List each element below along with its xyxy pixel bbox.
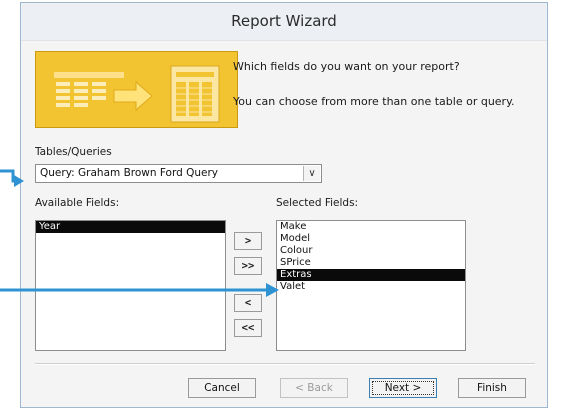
fields-to-report-icon <box>36 52 237 127</box>
selected-fields-label: Selected Fields: <box>276 197 359 209</box>
list-item[interactable]: Colour <box>277 245 465 257</box>
chevron-down-icon[interactable]: ∨ <box>303 166 320 181</box>
list-item[interactable]: Model <box>277 233 465 245</box>
dialog-title: Report Wizard <box>21 3 547 41</box>
finish-button[interactable]: Finish <box>458 378 526 398</box>
footer-divider <box>35 363 535 365</box>
list-item[interactable]: SPrice <box>277 257 465 269</box>
add-field-button[interactable]: > <box>234 232 262 250</box>
add-all-fields-button[interactable]: >> <box>234 257 262 275</box>
remove-field-button[interactable]: < <box>234 294 262 312</box>
selected-fields-list[interactable]: Make Model Colour SPrice Extras Valet <box>276 220 466 351</box>
tables-queries-value: Query: Graham Brown Ford Query <box>40 167 218 179</box>
available-fields-list[interactable]: Year <box>35 220 226 351</box>
list-item[interactable]: Extras <box>277 269 465 281</box>
tables-queries-select[interactable]: Query: Graham Brown Ford Query ∨ <box>35 164 322 183</box>
back-button[interactable]: < Back <box>280 378 348 398</box>
tables-queries-label: Tables/Queries <box>35 146 112 158</box>
report-wizard-dialog: Report Wizard Which fields do you want o… <box>20 2 548 408</box>
list-item[interactable]: Make <box>277 221 465 233</box>
next-button[interactable]: Next > <box>369 378 437 398</box>
fields-hint: You can choose from more than one table … <box>233 95 515 108</box>
focus-outline <box>372 381 434 395</box>
available-fields-label: Available Fields: <box>35 197 120 209</box>
remove-all-fields-button[interactable]: << <box>234 319 262 337</box>
fields-prompt: Which fields do you want on your report? <box>233 60 460 73</box>
tables-callout-arrow <box>0 169 15 183</box>
cancel-button[interactable]: Cancel <box>188 378 256 398</box>
list-item[interactable]: Valet <box>277 281 465 293</box>
wizard-illustration <box>35 51 238 128</box>
list-item[interactable]: Year <box>36 221 225 233</box>
